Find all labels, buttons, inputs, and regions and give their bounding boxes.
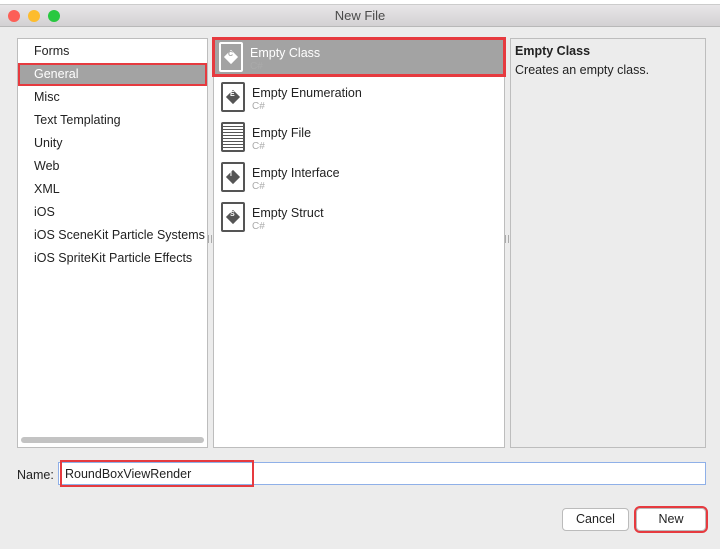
category-item[interactable]: Unity bbox=[18, 132, 207, 155]
template-language: C# bbox=[252, 141, 265, 152]
template-item[interactable]: I Empty Interface C# bbox=[214, 157, 504, 197]
template-item[interactable]: S Empty Struct C# bbox=[214, 197, 504, 237]
category-item[interactable]: Text Templating bbox=[18, 109, 207, 132]
window-title: New File bbox=[334, 8, 386, 23]
zoom-button[interactable] bbox=[48, 10, 60, 22]
horizontal-scrollbar[interactable] bbox=[21, 437, 204, 443]
splitter-handle[interactable] bbox=[505, 235, 509, 243]
category-item[interactable]: iOS SceneKit Particle Systems bbox=[18, 224, 207, 247]
new-button[interactable]: New bbox=[634, 506, 708, 533]
enum-file-icon: E bbox=[221, 82, 245, 112]
template-language: C# bbox=[252, 221, 265, 232]
category-item-selected[interactable]: General bbox=[18, 63, 207, 86]
template-name: Empty Struct bbox=[252, 206, 324, 220]
title-bar: New File bbox=[0, 5, 720, 27]
category-list[interactable]: Forms General Misc Text Templating Unity… bbox=[17, 38, 208, 448]
category-item[interactable]: Forms bbox=[18, 40, 207, 63]
description-text: Creates an empty class. bbox=[515, 63, 650, 77]
template-name: Empty File bbox=[252, 126, 312, 140]
splitter-handle[interactable] bbox=[208, 235, 212, 243]
category-item[interactable]: XML bbox=[18, 178, 207, 201]
class-file-icon: C bbox=[219, 42, 243, 72]
template-name: Empty Class bbox=[250, 46, 321, 60]
template-item[interactable]: E Empty Enumeration C# bbox=[214, 77, 504, 117]
category-item[interactable]: Web bbox=[18, 155, 207, 178]
description-title: Empty Class bbox=[515, 44, 591, 58]
template-language: C# bbox=[252, 101, 265, 112]
template-name: Empty Enumeration bbox=[252, 86, 362, 100]
name-input[interactable]: RoundBoxViewRender bbox=[58, 462, 706, 485]
interface-file-icon: I bbox=[221, 162, 245, 192]
category-item[interactable]: iOS SpriteKit Particle Effects bbox=[18, 247, 207, 270]
struct-file-icon: S bbox=[221, 202, 245, 232]
category-item[interactable]: iOS bbox=[18, 201, 207, 224]
template-language: C# bbox=[250, 61, 263, 72]
template-list[interactable]: C Empty Class C# E Empty Enumeration C# … bbox=[212, 37, 506, 448]
text-file-icon bbox=[221, 122, 245, 152]
template-language: C# bbox=[252, 181, 265, 192]
template-name: Empty Interface bbox=[252, 166, 340, 180]
name-label: Name: bbox=[17, 468, 54, 482]
cancel-button[interactable]: Cancel bbox=[562, 508, 629, 531]
description-panel: Empty Class Creates an empty class. bbox=[510, 38, 706, 448]
template-item-selected[interactable]: C Empty Class C# bbox=[212, 37, 506, 77]
category-item[interactable]: Misc bbox=[18, 86, 207, 109]
template-item[interactable]: Empty File C# bbox=[214, 117, 504, 157]
close-button[interactable] bbox=[8, 10, 20, 22]
minimize-button[interactable] bbox=[28, 10, 40, 22]
